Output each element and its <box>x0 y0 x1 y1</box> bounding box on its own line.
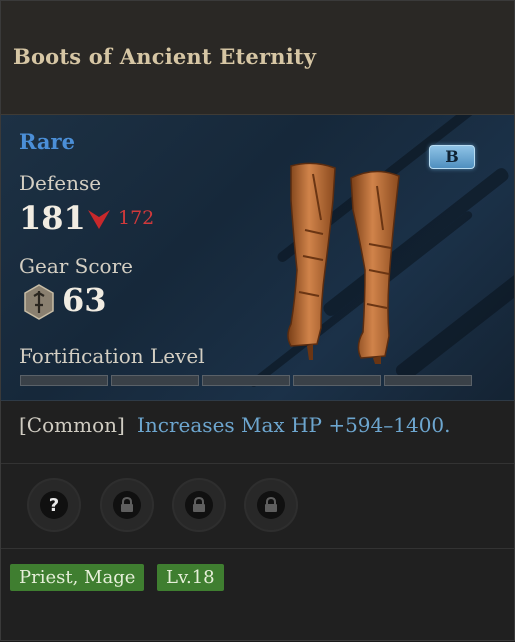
rarity-label: Rare <box>19 129 75 154</box>
fortification-segment <box>20 375 108 386</box>
tooltip-header: Boots of Ancient Eternity <box>1 1 514 115</box>
item-tooltip: Boots of Ancient Eternity Rare B Defense… <box>0 0 515 641</box>
class-requirement-tag: Priest, Mage <box>10 564 145 591</box>
fortification-segment <box>293 375 381 386</box>
socket-slot[interactable] <box>244 478 298 532</box>
fortification-segment <box>202 375 290 386</box>
lock-icon <box>121 497 133 512</box>
fortification-label: Fortification Level <box>19 344 205 368</box>
socket-slot[interactable]: ? <box>27 478 81 532</box>
requirements-footer: Priest, Mage Lv.18 <box>1 549 514 642</box>
defense-compare-value: 172 <box>118 207 155 229</box>
item-name: Boots of Ancient Eternity <box>13 44 317 69</box>
question-icon: ? <box>48 494 60 516</box>
gear-score-icon <box>24 284 54 320</box>
level-requirement-tag: Lv.18 <box>157 564 224 591</box>
socket-row: ? <box>1 464 514 549</box>
boots-item-image <box>287 162 400 364</box>
effect-description: Increases Max HP +594–1400. <box>137 413 451 437</box>
fortification-bar <box>20 375 472 386</box>
fortification-segment <box>384 375 472 386</box>
gear-score-label: Gear Score <box>19 254 133 278</box>
socket-slot[interactable] <box>100 478 154 532</box>
item-effect: [Common] Increases Max HP +594–1400. <box>1 401 514 464</box>
grade-badge: B <box>429 145 475 169</box>
fortification-segment <box>111 375 199 386</box>
lock-icon <box>193 497 205 512</box>
stat-decrease-icon <box>88 210 110 229</box>
stats-panel: Rare B Defense 181 172 Gear Score 63 For… <box>1 115 514 401</box>
gear-score-value: 63 <box>62 281 107 319</box>
effect-tier-label: [Common] <box>19 413 125 437</box>
defense-value: 181 <box>19 199 86 237</box>
socket-slot[interactable] <box>172 478 226 532</box>
defense-label: Defense <box>19 171 102 195</box>
lock-icon <box>265 497 277 512</box>
